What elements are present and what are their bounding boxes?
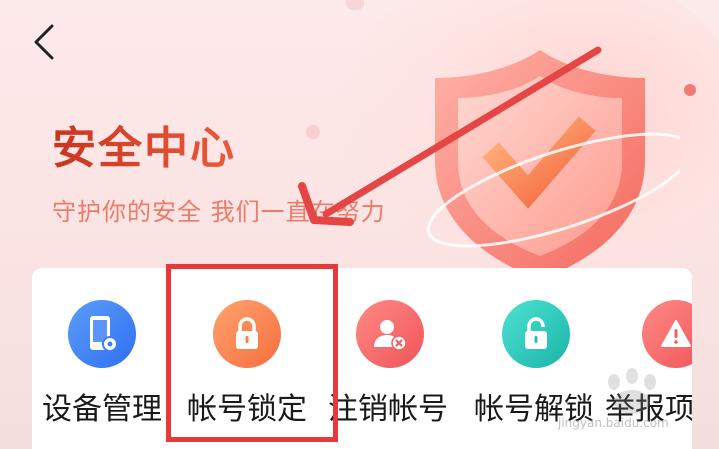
shield-check-icon [426, 50, 680, 280]
back-button[interactable] [24, 20, 64, 64]
decor-dot [684, 84, 696, 96]
watermark-text: jingyan.baidu.com [558, 416, 669, 430]
baidu-watermark-logo [608, 368, 656, 414]
unlock-icon [502, 300, 570, 368]
user-remove-icon [356, 300, 424, 368]
lock-icon [213, 300, 281, 368]
phone-gear-icon [68, 300, 136, 368]
chevron-left-icon [34, 24, 54, 60]
page-subtitle: 守护你的安全 我们一直在努力 [52, 198, 386, 226]
decor-dot [346, 0, 364, 10]
alert-icon [642, 300, 692, 368]
decor-dot [306, 125, 320, 139]
page-title: 安全中心 [52, 112, 236, 176]
